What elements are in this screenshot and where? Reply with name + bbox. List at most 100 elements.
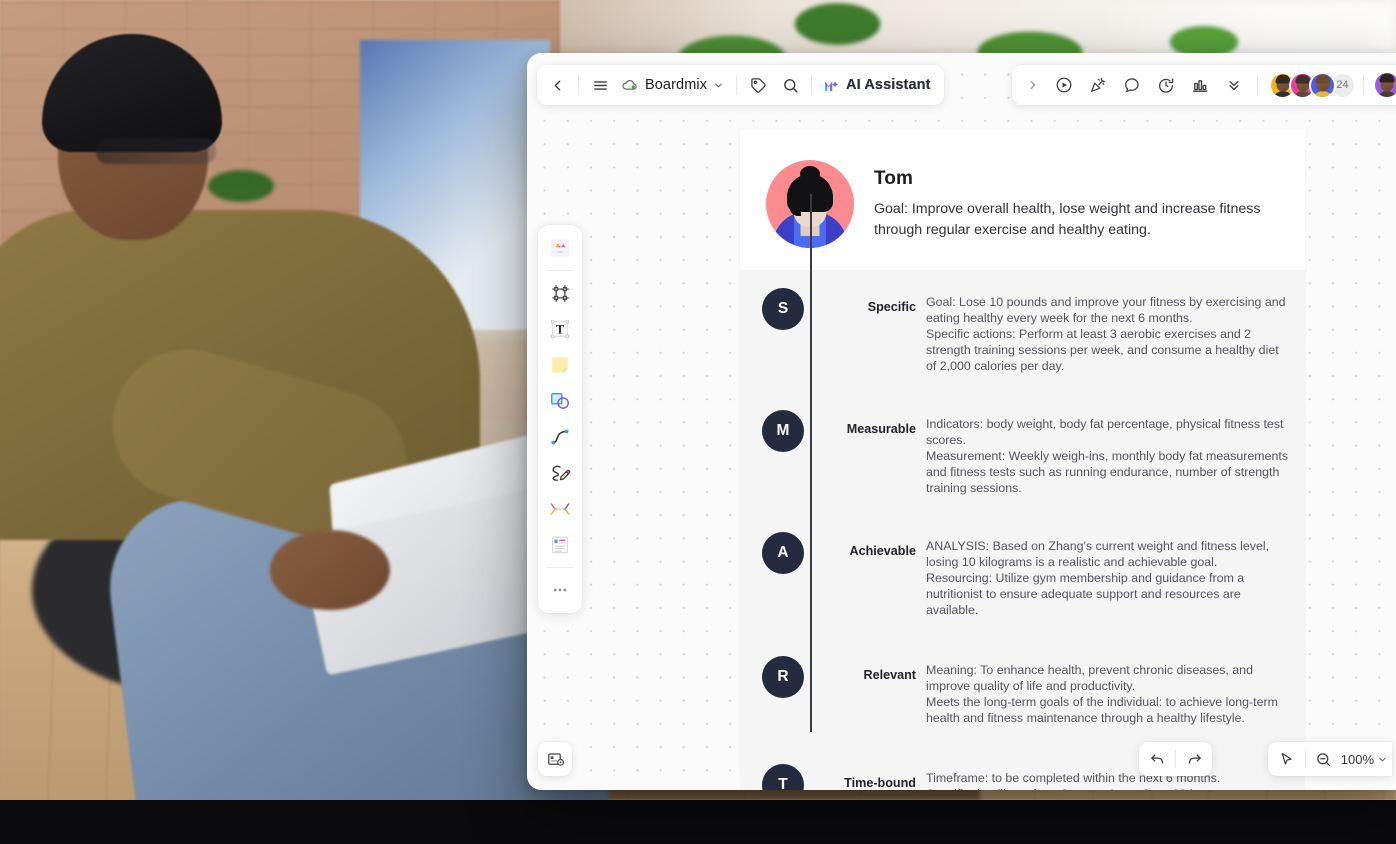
row-body: Meaning: To enhance health, prevent chro…: [926, 656, 1289, 726]
avatar-hair: [1275, 74, 1290, 84]
dock-item-sticky-note[interactable]: [543, 348, 577, 382]
redo-button[interactable]: [1179, 744, 1209, 774]
smart-row-relevant: R Relevant Meaning: To enhance health, p…: [740, 656, 1305, 726]
person-beanie: [42, 34, 222, 152]
back-button[interactable]: [541, 69, 573, 101]
smart-timeline: S Specific Goal: Lose 10 pounds and impr…: [740, 194, 1305, 790]
celebrate-button[interactable]: [1082, 69, 1114, 101]
timer-button[interactable]: [1150, 69, 1182, 101]
dock-item-templates[interactable]: [543, 231, 577, 265]
divider: [1175, 750, 1176, 768]
top-toolbar-left: Boardmix AI Assistant: [537, 65, 944, 105]
row-line: ANALYSIS: Based on Zhang's current weigh…: [926, 539, 1270, 569]
avatar[interactable]: [1309, 71, 1336, 99]
avatar-body: [1376, 91, 1396, 97]
timeline-node: T: [762, 764, 804, 790]
dock-divider: [547, 270, 573, 271]
timeline-node: A: [762, 532, 804, 574]
toolbar-divider: [1257, 75, 1258, 95]
tool-dock: T: [538, 225, 582, 613]
screen-bezel: [0, 800, 1396, 844]
chart-button[interactable]: [1184, 69, 1216, 101]
zoom-controls: 100%: [1267, 742, 1392, 776]
dock-item-connector[interactable]: [543, 420, 577, 454]
row-body: ANALYSIS: Based on Zhang's current weigh…: [926, 532, 1289, 618]
avatar-hair: [1295, 74, 1310, 84]
card-header: Tom Goal: Improve overall health, lose w…: [740, 130, 1305, 270]
undo-button[interactable]: [1142, 744, 1172, 774]
row-body: Timeframe: to be completed within the ne…: [926, 764, 1289, 790]
person-glasses: [96, 138, 216, 164]
top-toolbar-right: 24 Share: [1012, 65, 1396, 105]
current-user-avatar[interactable]: [1373, 71, 1396, 99]
avatar-hair-bun: [800, 166, 820, 182]
toolbar-divider: [1363, 75, 1364, 95]
dock-item-mindmap[interactable]: [543, 492, 577, 526]
menu-button[interactable]: [584, 69, 616, 101]
collaborator-avatars: 24: [1269, 71, 1356, 99]
ai-assistant-label: AI Assistant: [846, 77, 931, 93]
row-body: Indicators: body weight, body fat percen…: [926, 410, 1289, 496]
person-with-laptop: [0, 34, 611, 844]
expand-button[interactable]: [1020, 69, 1046, 101]
row-line: Specific actions: Perform at least 3 aer…: [926, 327, 1279, 373]
goal-text: Goal: Improve overall health, lose weigh…: [874, 201, 1261, 238]
avatar-sideburn: [790, 186, 801, 216]
row-line: Indicators: body weight, body fat percen…: [926, 417, 1284, 447]
row-label: Relevant: [863, 668, 917, 682]
ai-assistant-button[interactable]: AI Assistant: [817, 69, 939, 101]
row-line: Meaning: To enhance health, prevent chro…: [926, 663, 1253, 693]
dock-item-more[interactable]: [543, 573, 577, 607]
smart-row-specific: S Specific Goal: Lose 10 pounds and impr…: [740, 288, 1305, 374]
node-column: R: [740, 656, 826, 698]
dock-item-table[interactable]: [543, 528, 577, 562]
row-label: Time-bound: [844, 776, 916, 790]
comment-button[interactable]: [1116, 69, 1148, 101]
ai-sparkle-icon: [823, 77, 840, 94]
dock-item-shapes[interactable]: [543, 384, 577, 418]
dock-item-text[interactable]: T: [543, 312, 577, 346]
search-button[interactable]: [774, 69, 806, 101]
avatar-hair: [1315, 74, 1330, 84]
cursor-tool-button[interactable]: [1272, 744, 1302, 774]
row-label: Achievable: [849, 544, 917, 558]
more-button[interactable]: [1218, 69, 1250, 101]
row-line: Resourcing: Utilize gym membership and g…: [926, 571, 1245, 617]
row-line: Goal: Lose 10 pounds and improve your fi…: [926, 295, 1286, 325]
avatar-hair: [1379, 73, 1395, 83]
node-column: A: [740, 532, 826, 574]
person-hand: [270, 530, 390, 610]
tag-button[interactable]: [742, 69, 774, 101]
row-label: Specific: [867, 300, 916, 314]
undo-redo-group: [1139, 742, 1212, 776]
dock-item-frame[interactable]: [543, 276, 577, 310]
brand-name: Boardmix: [645, 77, 708, 93]
node-column: S: [740, 288, 826, 330]
smart-goal-card[interactable]: Tom Goal: Improve overall health, lose w…: [740, 130, 1305, 790]
smart-row-measurable: M Measurable Indicators: body weight, bo…: [740, 410, 1305, 496]
timeline-node: R: [762, 656, 804, 698]
brand-button[interactable]: Boardmix: [616, 69, 731, 101]
divider: [1304, 750, 1306, 768]
row-label: Measurable: [846, 422, 916, 436]
row-line: Measurement: Weekly weigh-ins, monthly b…: [926, 449, 1289, 495]
dock-item-pen[interactable]: [543, 456, 577, 490]
toolbar-divider: [578, 75, 579, 95]
row-line: Specific deadlines: from January 1st to …: [926, 786, 1289, 790]
node-column: T: [740, 764, 826, 790]
toolbar-divider: [811, 75, 813, 95]
cloud-icon: [621, 76, 639, 94]
card-header-text: Tom Goal: Improve overall health, lose w…: [874, 160, 1274, 248]
present-button[interactable]: [1048, 69, 1080, 101]
row-line: Meets the long-term goals of the individ…: [926, 695, 1278, 725]
row-body: Goal: Lose 10 pounds and improve your fi…: [926, 288, 1289, 374]
frame-settings-button[interactable]: [538, 742, 572, 776]
row-line: Timeframe: to be completed within the ne…: [926, 771, 1221, 785]
chevron-down-icon[interactable]: [1377, 754, 1388, 765]
zoom-out-button[interactable]: [1309, 744, 1339, 774]
node-column: M: [740, 410, 826, 452]
svg-text:T: T: [556, 323, 565, 337]
chevron-down-icon: [713, 80, 724, 91]
toolbar-divider: [736, 75, 738, 95]
zoom-level[interactable]: 100%: [1339, 752, 1377, 767]
